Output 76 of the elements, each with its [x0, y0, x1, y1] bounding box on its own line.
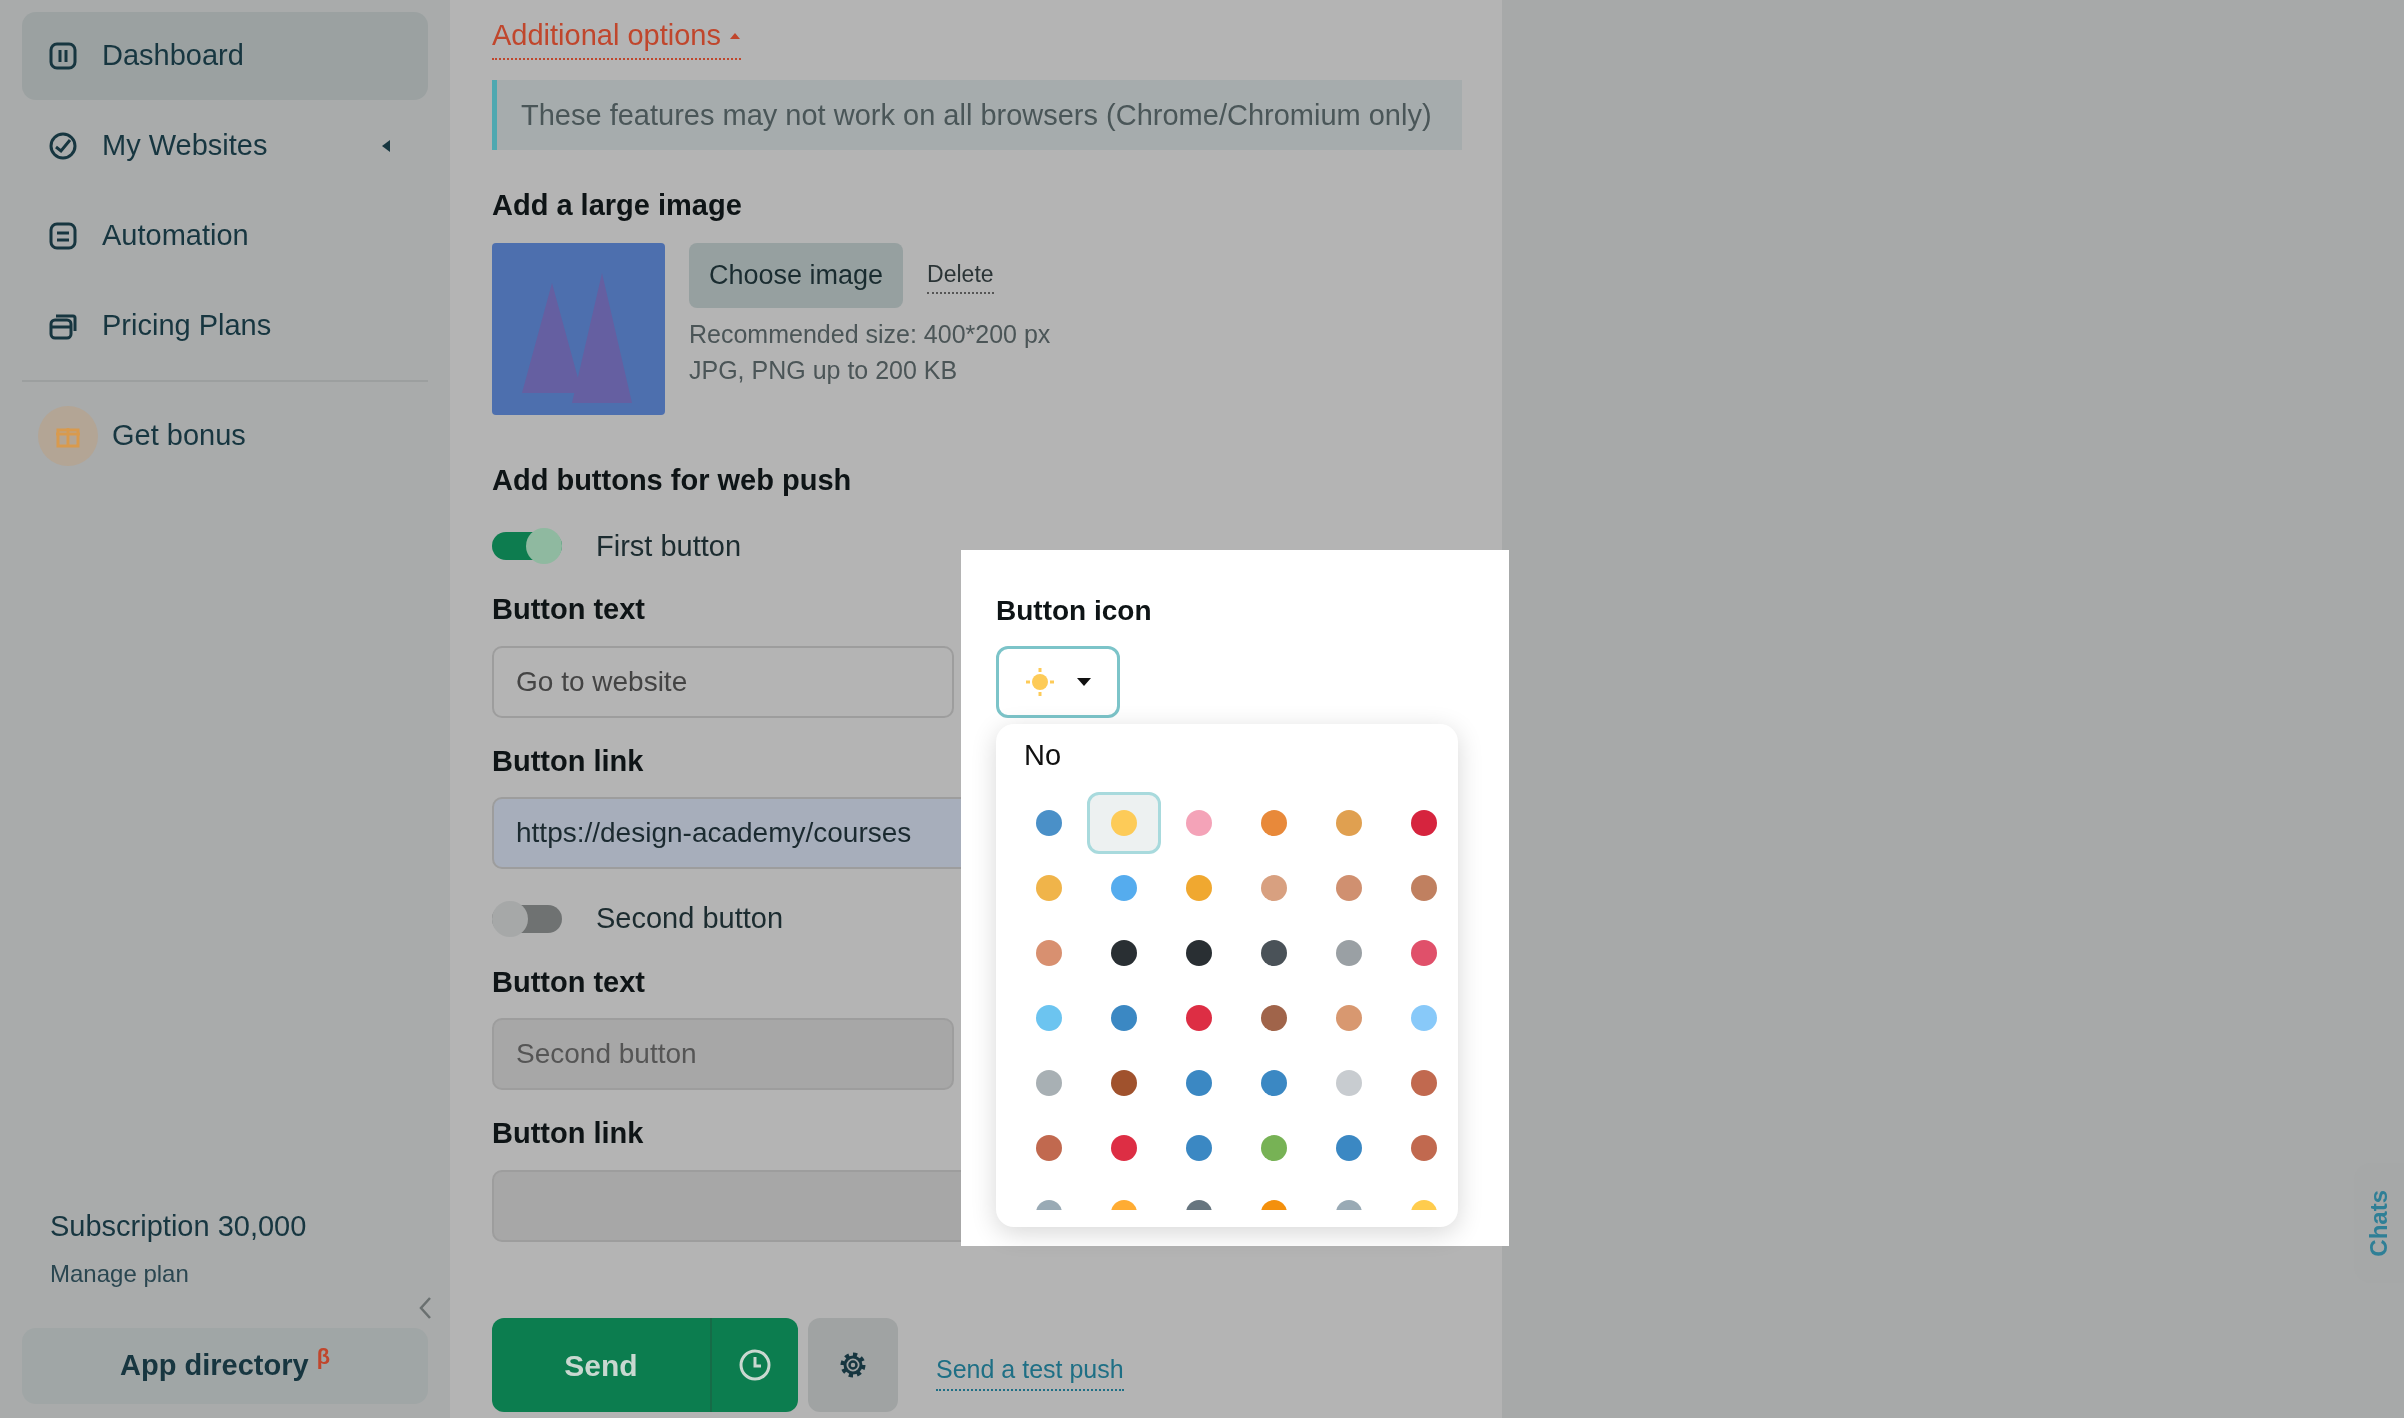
emoji-icon: [1109, 1002, 1139, 1033]
emoji-icon: [1184, 1002, 1214, 1033]
clock-icon: [738, 1348, 772, 1382]
emoji-icon: [1109, 807, 1139, 838]
emoji-icon: [1409, 872, 1439, 903]
emoji-icon: [1109, 937, 1139, 968]
emoji-icon: [1334, 1067, 1364, 1098]
sun-icon: [1025, 667, 1055, 697]
field-label: Button link: [492, 743, 644, 779]
emoji-icon: [1184, 807, 1214, 838]
sidebar-item-label: My Websites: [102, 128, 268, 164]
emoji-icon: [1109, 1067, 1139, 1098]
emoji-icon: [1034, 872, 1064, 903]
sidebar-item[interactable]: My Websites: [22, 102, 428, 190]
emoji-icon: [1334, 937, 1364, 968]
send-button[interactable]: Send: [492, 1318, 710, 1412]
info-note: These features may not work on all browsers (Chrome/Chromium only): [492, 79, 1462, 150]
field-label: Button text: [492, 964, 646, 1000]
sidebar-item[interactable]: Automation: [22, 192, 428, 280]
sidebar-item-label: Dashboard: [102, 38, 244, 74]
sidebar-item-label: Pricing Plans: [102, 308, 272, 344]
emoji-icon: [1259, 872, 1289, 903]
emoji-icon: [1409, 807, 1439, 838]
schedule-button[interactable]: [710, 1318, 798, 1412]
bonus-label: Get bonus: [112, 418, 246, 454]
emoji-icon: [1034, 1067, 1064, 1098]
sidebar-item-label: Automation: [102, 218, 249, 254]
none-option[interactable]: No: [1012, 734, 1074, 778]
caret-icon: [728, 31, 741, 40]
manage-plan-link[interactable]: Manage plan: [22, 1256, 428, 1292]
gift-icon: [38, 406, 98, 466]
emoji-icon: [1184, 1132, 1214, 1163]
emoji-icon: [1184, 872, 1214, 903]
emoji-icon: [1334, 807, 1364, 838]
toggle-label: First button: [596, 528, 742, 564]
emoji-icon: [1409, 1067, 1439, 1098]
emoji-icon: [1034, 1132, 1064, 1163]
field-label: Button link: [492, 1116, 644, 1152]
hint-text: JPG, PNG up to 200 KB: [689, 354, 959, 386]
caret-icon: [1077, 678, 1091, 686]
test-push-link[interactable]: Send a test push: [936, 1351, 1124, 1391]
delete-link[interactable]: Delete: [927, 257, 994, 294]
emoji-icon: [1034, 1002, 1064, 1033]
app-directory-button[interactable]: App directory $^{β}$: [22, 1328, 428, 1404]
sidebar-item[interactable]: Pricing Plans: [22, 282, 428, 370]
emoji-icon: [1259, 1132, 1289, 1163]
emoji-icon: [1109, 1132, 1139, 1163]
bonus-item[interactable]: Get bonus: [22, 392, 428, 480]
emoji-icon: [1334, 872, 1364, 903]
emoji-icon: [1409, 1002, 1439, 1033]
emoji-icon: [1259, 1067, 1289, 1098]
emoji-icon: [1259, 937, 1289, 968]
text-field[interactable]: Go to website: [492, 645, 954, 718]
emoji-icon: [1334, 1002, 1364, 1033]
emoji-icon: [1034, 807, 1064, 838]
emoji-icon: [1259, 807, 1289, 838]
popup-title: Button icon: [996, 594, 1153, 628]
emoji-icon: [1184, 937, 1214, 968]
section-title: Add a large image: [492, 187, 742, 223]
emoji-icon: [1409, 937, 1439, 968]
settings-button[interactable]: [808, 1318, 898, 1412]
hint-text: Recommended size: 400*200 px: [689, 318, 1051, 350]
emoji-icon: [1334, 1132, 1364, 1163]
emoji-icon: [1259, 1002, 1289, 1033]
emoji-icon: [1184, 1067, 1214, 1098]
subscription-label: Subscription 30,000: [49, 1208, 308, 1244]
emoji-icon: [1409, 1132, 1439, 1163]
choose-image-button[interactable]: Choose image: [689, 243, 904, 308]
emoji-icon: [1109, 872, 1139, 903]
field-label: Button text: [492, 592, 646, 628]
emoji-icon: [1034, 937, 1064, 968]
toggle-label: Second button: [596, 901, 784, 937]
section-title: Add buttons for web push: [492, 463, 852, 499]
icon-select[interactable]: [996, 646, 1120, 718]
collapse-chevron-icon: [418, 1296, 432, 1320]
sidebar-item[interactable]: Dashboard: [22, 12, 428, 100]
